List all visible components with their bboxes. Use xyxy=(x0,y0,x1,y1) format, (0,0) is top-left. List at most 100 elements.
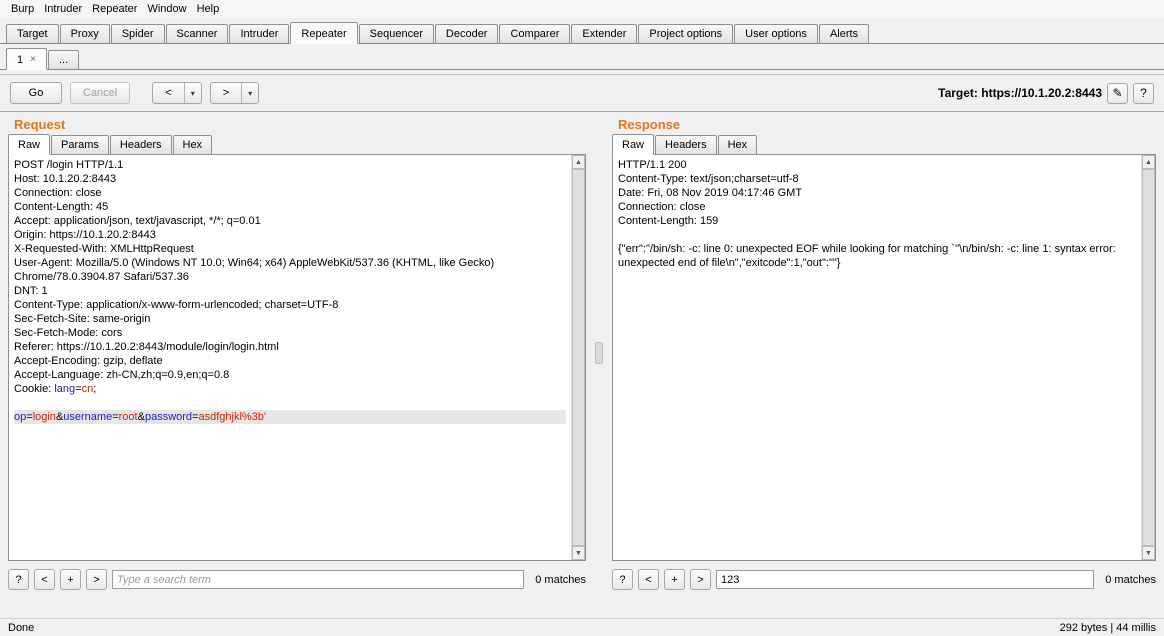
prev-label: < xyxy=(165,87,172,99)
help-button[interactable]: ? xyxy=(1133,82,1154,104)
response-search-input[interactable] xyxy=(716,570,1095,589)
request-search-input[interactable] xyxy=(112,570,525,589)
response-search-next-button[interactable]: > xyxy=(690,569,711,590)
response-search-bar: ?<+> 0 matches xyxy=(612,569,1156,590)
request-line: Content-Length: 45 xyxy=(14,201,109,213)
response-message[interactable]: HTTP/1.1 200 Content-Type: text/json;char… xyxy=(614,156,1140,559)
main-tab-user-options[interactable]: User options xyxy=(734,24,818,43)
main-tab-project-options[interactable]: Project options xyxy=(638,24,734,43)
main-tab-proxy[interactable]: Proxy xyxy=(59,24,110,43)
main-tab-repeater[interactable]: Repeater xyxy=(290,22,358,44)
scroll-down-icon[interactable]: ▼ xyxy=(572,546,585,560)
request-editor[interactable]: POST /login HTTP/1.1 Host: 10.1.20.2:8443… xyxy=(8,155,586,561)
next-response-button[interactable]: > ▾ xyxy=(209,82,260,104)
request-tab-raw[interactable]: Raw xyxy=(8,134,51,155)
request-search-prev-button[interactable]: < xyxy=(34,569,55,590)
menu-repeater[interactable]: Repeater xyxy=(87,2,142,16)
main-tab-comparer[interactable]: Comparer xyxy=(499,24,571,43)
request-search-help-button[interactable]: ? xyxy=(8,569,29,590)
close-tab-icon[interactable]: × xyxy=(30,55,36,65)
response-tab-headers[interactable]: Headers xyxy=(655,135,717,154)
scrollbar-thumb[interactable] xyxy=(572,169,585,546)
request-title: Request xyxy=(14,117,66,132)
main-tab-alerts[interactable]: Alerts xyxy=(818,24,870,43)
scroll-up-icon[interactable]: ▲ xyxy=(1142,155,1155,169)
edit-target-button[interactable]: ✎ xyxy=(1107,82,1128,104)
repeater-tab--[interactable]: ... xyxy=(47,50,80,69)
prev-response-button[interactable]: < ▾ xyxy=(152,82,202,104)
response-line: HTTP/1.1 200 xyxy=(618,159,687,171)
status-text: Done xyxy=(8,621,35,634)
scroll-up-icon[interactable]: ▲ xyxy=(572,155,585,169)
main-tab-bar: Target Proxy Spider Scanner Intruder Repeater… xyxy=(0,18,1164,44)
menu-intruder[interactable]: Intruder xyxy=(39,2,87,16)
scrollbar-thumb[interactable] xyxy=(1142,169,1155,546)
request-line: X-Requested-With: XMLHttpRequest xyxy=(14,243,194,255)
target-label: Target: https://10.1.20.2:8443 xyxy=(938,86,1102,100)
main-tab-decoder[interactable]: Decoder xyxy=(434,24,499,43)
repeater-tab-bar: 1 ×... xyxy=(0,44,1164,70)
request-line: Connection: close xyxy=(14,187,102,199)
request-line: Sec-Fetch-Mode: cors xyxy=(14,327,123,339)
repeater-tab-1[interactable]: 1 × xyxy=(6,48,47,70)
response-search-help-button[interactable]: ? xyxy=(612,569,633,590)
response-line: Content-Type: text/json;charset=utf-8 xyxy=(618,173,799,185)
request-line: Accept-Language: zh-CN,zh;q=0.9,en;q=0.8 xyxy=(14,369,230,381)
request-line: Origin: https://10.1.20.2:8443 xyxy=(14,229,156,241)
repeater-tab-label: ... xyxy=(58,54,69,66)
main-tab-extender[interactable]: Extender xyxy=(571,24,638,43)
repeater-toolbar: Go Cancel < ▾ > ▾ Target: https://10.1.2… xyxy=(0,75,1164,112)
response-editor[interactable]: HTTP/1.1 200 Content-Type: text/json;char… xyxy=(612,155,1156,561)
menu-window[interactable]: Window xyxy=(142,2,191,16)
request-tab-headers[interactable]: Headers xyxy=(109,135,172,154)
main-tab-scanner[interactable]: Scanner xyxy=(165,24,229,43)
response-editor-tabs: Raw Headers Hex xyxy=(612,134,1156,155)
request-line: DNT: 1 xyxy=(14,285,48,297)
response-search-buttons: ? < + > xyxy=(612,569,711,590)
request-line: Content-Type: application/x-www-form-url… xyxy=(14,299,339,311)
response-tab-raw[interactable]: Raw xyxy=(612,134,655,155)
request-search-bar: ?<+> 0 matches xyxy=(8,569,586,590)
request-line: Host: 10.1.20.2:8443 xyxy=(14,173,117,185)
main-tab-target[interactable]: Target xyxy=(6,24,59,43)
main-tab-sequencer[interactable]: Sequencer xyxy=(358,24,434,43)
main-tab-spider[interactable]: Spider xyxy=(110,24,165,43)
response-search-prev-button[interactable]: < xyxy=(638,569,659,590)
request-search-next-button[interactable]: > xyxy=(86,569,107,590)
chevron-down-icon[interactable]: ▾ xyxy=(241,83,258,103)
request-line: Accept: application/json, text/javascrip… xyxy=(14,215,261,227)
menu-burp[interactable]: Burp xyxy=(6,2,39,16)
request-line: Accept-Encoding: gzip, deflate xyxy=(14,355,163,367)
response-tab-hex[interactable]: Hex xyxy=(717,135,758,154)
target-url: https://10.1.20.2:8443 xyxy=(981,86,1102,100)
request-tab-hex[interactable]: Hex xyxy=(172,135,213,154)
status-bar: Done 292 bytes | 44 millis xyxy=(0,618,1164,636)
split-divider[interactable] xyxy=(594,112,604,618)
scroll-down-icon[interactable]: ▼ xyxy=(1142,546,1155,560)
chevron-down-icon[interactable]: ▾ xyxy=(183,83,201,103)
response-search-options-button[interactable]: + xyxy=(664,569,685,590)
request-line: Referer: https://10.1.20.2:8443/module/l… xyxy=(14,341,279,353)
request-line: User-Agent: Mozilla/5.0 (Windows NT 10.0… xyxy=(14,257,498,283)
response-line: {"err":"/bin/sh: -c: line 0: unexpected … xyxy=(618,243,1119,269)
request-search-options-button[interactable]: + xyxy=(60,569,81,590)
response-scrollbar[interactable]: ▲ ▼ xyxy=(1141,155,1155,560)
request-line: POST /login HTTP/1.1 xyxy=(14,159,124,171)
request-panel: Request Raw Params Headers Hex POST /login … xyxy=(0,112,594,618)
main-tab-intruder[interactable]: Intruder xyxy=(229,24,290,43)
request-scrollbar[interactable]: ▲ ▼ xyxy=(571,155,585,560)
request-message[interactable]: POST /login HTTP/1.1 Host: 10.1.20.2:8443… xyxy=(10,156,570,559)
burp-repeater-window: Burp Intruder Repeater Window Help Target Pro… xyxy=(0,0,1164,636)
menu-help[interactable]: Help xyxy=(192,2,225,16)
request-line: op=login&username=root&password=asdfghjk… xyxy=(14,410,566,424)
cancel-button[interactable]: Cancel xyxy=(70,82,131,104)
request-tab-params[interactable]: Params xyxy=(51,135,109,154)
request-search-buttons: ? < + > xyxy=(8,569,107,590)
target-area: Target: https://10.1.20.2:8443 ✎ ? xyxy=(938,82,1154,104)
go-button[interactable]: Go xyxy=(10,82,62,104)
divider-grip-icon[interactable] xyxy=(595,342,603,364)
request-line xyxy=(14,396,566,410)
response-panel: Response Raw Headers Hex HTTP/1.1 200 Conte… xyxy=(604,112,1164,618)
request-editor-tabs: Raw Params Headers Hex xyxy=(8,134,586,155)
request-line: Cookie: lang=cn; xyxy=(14,383,97,395)
